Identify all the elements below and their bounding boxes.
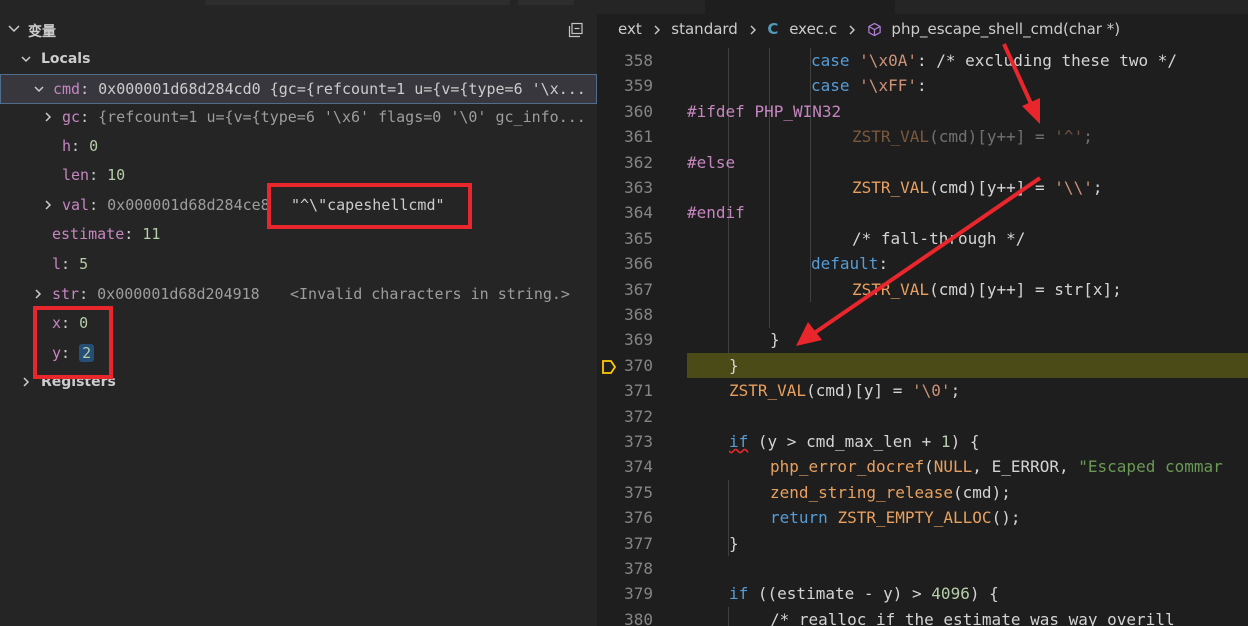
code-line-359: case '\xFF': [811,76,927,96]
variable-value: 0x000001d68d284cd0 {gc={refcount=1 u={v=… [98,80,586,98]
code-line-363: ZSTR_VAL(cmd)[y++] = '\\'; [852,178,1103,197]
code-line-358: case '\x0A': /* excluding these two */ [811,51,1178,70]
breadcrumb-item[interactable]: ext [618,14,642,44]
code-line-361: ZSTR_VAL(cmd)[y++] = '^'; [852,127,1093,147]
code-line-364: #endif [687,203,745,223]
variable-value: {refcount=1 u={v={type=6 '\x6' flags=0 '… [98,108,586,126]
code-line-373: if (y > cmd_max_len + 1) { [729,432,980,451]
locals-scope[interactable]: Locals [0,45,597,74]
variable-value: 10 [107,166,126,184]
code-line-371: ZSTR_VAL(cmd)[y] = '\0'; [729,381,961,401]
code-line-380: /* realloc if the estimate was way overi… [770,609,1175,626]
line-number: 372 [624,406,653,426]
variable-value: 5 [79,255,89,273]
variable-name: cmd [53,80,81,98]
code-line-375: zend_string_release(cmd); [770,482,1011,502]
line-number: 368 [624,305,653,324]
editor-tab[interactable] [705,0,895,14]
tab[interactable] [205,0,510,5]
code-line-377: } [729,533,739,553]
line-number: 378 [624,559,653,578]
chevron-right-icon [23,377,30,387]
code-line-360: #ifdef PHP_WIN32 [687,101,842,121]
variable-row-h[interactable]: h: 0 [0,132,597,161]
code-line-362: #else [687,152,736,172]
variable-value: 11 [142,225,161,243]
chevron-down-icon [8,25,20,33]
chevron-right-icon [45,200,52,210]
variable-name: len [62,166,90,184]
chevron-right-icon [750,25,756,34]
tab-strip [0,0,597,6]
code-line-376: return ZSTR_EMPTY_ALLOC(); [770,508,1021,528]
variable-name: l [52,255,62,273]
breadcrumb-item[interactable]: exec.c [789,14,837,44]
variable-value: <Invalid characters in string.> [290,285,570,303]
variables-panel: 变量 Locals cmd: 0x000001d68d284cd0 {gc={r… [0,0,597,626]
variables-section-header[interactable]: 变量 [0,16,597,44]
variable-address: 0x000001d68d204918 [97,285,260,303]
code-line-365: /* fall-through */ [852,228,1026,248]
variable-row-str[interactable]: str: 0x000001d68d204918 <Invalid charact… [0,280,597,309]
variable-value: 0 [89,137,99,155]
chevron-down-icon [34,86,44,93]
c-file-icon: C [767,20,779,38]
breadcrumb: ext standard C exec.c php_escape_shell_c… [618,14,1120,44]
variable-name: val [62,196,90,214]
annotation-box-xy [33,306,113,379]
method-cube-icon [867,22,881,37]
chevron-right-icon [849,25,855,34]
variable-row-cmd[interactable]: cmd: 0x000001d68d284cd0 {gc={refcount=1 … [0,74,597,104]
variable-name: str [52,285,80,303]
chevron-down-icon [21,56,31,63]
code-line-374: php_error_docref(NULL, E_ERROR, "Escaped… [770,457,1223,477]
editor-tab-strip [597,0,1248,14]
variable-row-l[interactable]: l: 5 [0,250,597,279]
chevron-right-icon [45,112,52,122]
locals-label: Locals [41,51,91,67]
chevron-right-icon [654,25,660,34]
variable-name: h [62,137,72,155]
code-line-370: } [729,355,739,375]
code-editor: ext standard C exec.c php_escape_shell_c… [597,0,1248,626]
code-line-366: default: [811,254,889,274]
chevron-right-icon [35,289,42,299]
variable-row-gc[interactable]: gc: {refcount=1 u={v={type=6 '\x6' flags… [0,103,597,132]
code-line-379: if ((estimate - y) > 4096) { [729,584,999,604]
tab[interactable] [518,0,574,5]
collapse-all-icon[interactable] [568,22,584,38]
section-title: 变量 [28,24,56,40]
variable-name: gc [62,108,81,126]
variable-name: estimate [52,225,125,243]
code-line-367: ZSTR_VAL(cmd)[y++] = str[x]; [852,279,1122,299]
annotation-box-val [267,183,472,229]
code-line-369: } [770,330,780,350]
variable-address: 0x000001d68d284ce8 [107,196,270,214]
breadcrumb-item[interactable]: php_escape_shell_cmd(char *) [891,14,1120,44]
breadcrumb-item[interactable]: standard [671,14,738,44]
